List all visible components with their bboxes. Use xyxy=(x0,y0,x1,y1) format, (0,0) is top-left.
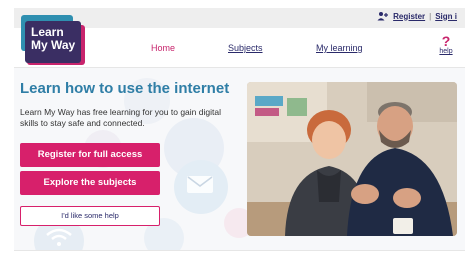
question-icon: ? xyxy=(441,33,451,49)
logo-text: Learn My Way xyxy=(31,25,76,52)
page-title: Learn how to use the internet xyxy=(20,80,230,97)
register-link[interactable]: Register xyxy=(393,12,425,21)
nav-home[interactable]: Home xyxy=(151,43,175,53)
hero-photo xyxy=(247,82,457,236)
learn-my-way-logo[interactable]: Learn My Way xyxy=(21,15,87,67)
envelope-icon xyxy=(187,176,213,193)
sign-in-link[interactable]: Sign i xyxy=(435,12,457,21)
help-label: help xyxy=(439,48,453,55)
register-button[interactable]: Register for full access xyxy=(20,143,160,167)
help-link[interactable]: ? help xyxy=(436,34,456,55)
link-separator: | xyxy=(429,11,432,21)
nav-my-learning[interactable]: My learning xyxy=(316,43,363,53)
account-links: Register | Sign i xyxy=(377,11,457,21)
person-add-icon xyxy=(377,11,389,21)
explore-subjects-button[interactable]: Explore the subjects xyxy=(20,171,160,195)
help-request-button[interactable]: I'd like some help xyxy=(20,206,160,226)
wifi-icon xyxy=(46,228,72,246)
section-divider xyxy=(14,250,465,251)
nav-subjects[interactable]: Subjects xyxy=(228,43,263,53)
intro-text: Learn My Way has free learning for you t… xyxy=(20,107,221,128)
